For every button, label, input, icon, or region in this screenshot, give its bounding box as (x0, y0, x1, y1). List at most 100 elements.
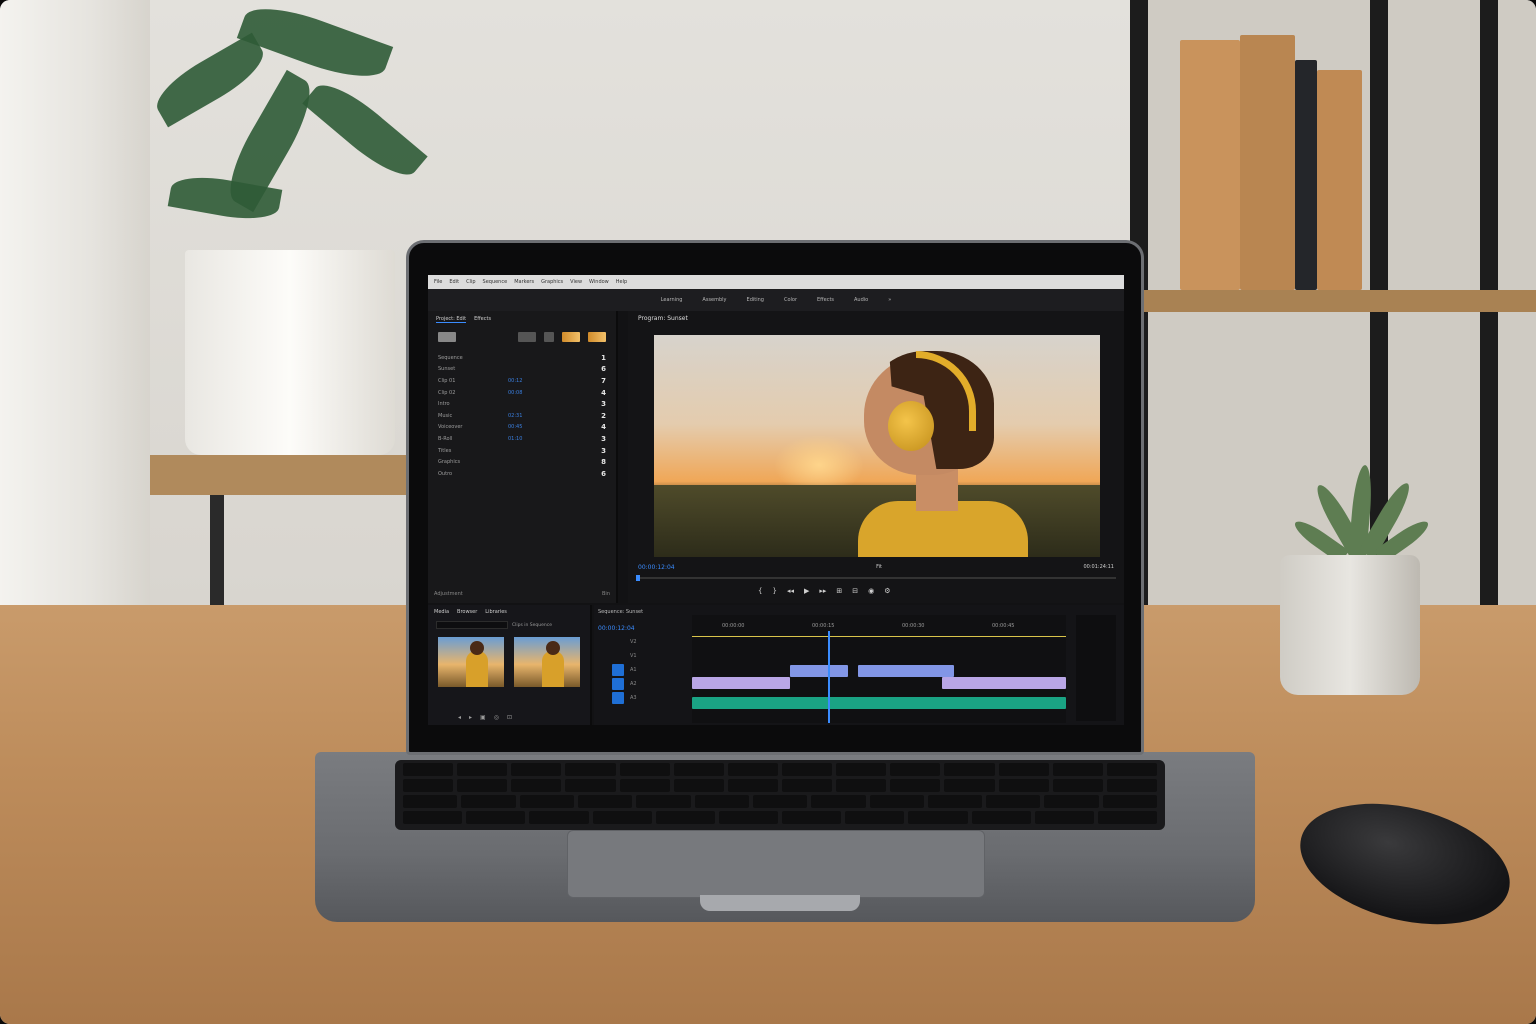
play-icon[interactable]: ▶ (804, 587, 809, 595)
scrubber-handle[interactable] (636, 575, 640, 581)
list-view-icon[interactable]: ◂ (458, 714, 461, 721)
monitor-title[interactable]: Program: Sunset (638, 315, 688, 322)
file-row[interactable]: Outro 6 (438, 468, 606, 480)
step-forward-icon[interactable]: ▸▸ (819, 587, 826, 595)
file-value: 02:31 (508, 412, 523, 419)
workspace-tab[interactable]: Editing (747, 297, 764, 303)
step-back-icon[interactable]: ◂◂ (787, 587, 794, 595)
settings-icon[interactable]: ⚙ (884, 587, 890, 595)
file-value: 00:08 (508, 389, 523, 396)
bin-thumb[interactable] (588, 332, 606, 342)
time-ruler[interactable]: 00:00:00 00:00:15 00:00:30 00:00:45 (692, 615, 1066, 637)
footer-left-label: Adjustment (434, 591, 463, 597)
headphone-cup (888, 401, 934, 451)
file-name: Music (438, 412, 453, 419)
workspace-tab[interactable]: Assembly (702, 297, 726, 303)
track-header[interactable]: A3 (598, 691, 690, 705)
file-row[interactable]: Clip 02 00:08 4 (438, 387, 606, 399)
track-label: A2 (630, 681, 637, 687)
file-row[interactable]: Sequence 1 (438, 352, 606, 364)
clip-thumbnail[interactable] (438, 637, 504, 687)
menu-item[interactable]: Sequence (483, 279, 508, 285)
media-tabs: Media Browser Libraries (428, 605, 590, 619)
media-search-input[interactable] (436, 621, 508, 629)
bin-thumb[interactable] (518, 332, 536, 342)
menu-item[interactable]: Help (616, 279, 627, 285)
file-row[interactable]: Clip 01 00:12 7 (438, 375, 606, 387)
book (1317, 70, 1362, 290)
workspace-tab[interactable]: Learning (661, 297, 683, 303)
file-row[interactable]: Sunset 6 (438, 364, 606, 376)
clip-thumbnail[interactable] (514, 637, 580, 687)
tab-libraries[interactable]: Libraries (485, 609, 507, 615)
tab-project[interactable]: Project: Edit (436, 316, 467, 323)
playhead-timecode[interactable]: 00:00:12:04 (638, 564, 675, 571)
workspace-tab[interactable]: Audio (854, 297, 868, 303)
overwrite-icon[interactable]: ⊟ (852, 587, 858, 595)
tab-effects[interactable]: Effects (474, 316, 491, 323)
workspace-tab[interactable]: » (888, 297, 891, 303)
new-bin-button[interactable]: Bin (602, 591, 610, 597)
fit-dropdown[interactable]: Fit (876, 564, 882, 570)
file-name: Sunset (438, 366, 456, 373)
export-frame-icon[interactable]: ◉ (868, 587, 874, 595)
timeline-clip-v2[interactable] (858, 665, 954, 677)
program-monitor: Program: Sunset 00:00:12:04 Fit 00:01:24… (628, 311, 1124, 603)
timeline-title[interactable]: Sequence: Sunset (598, 609, 643, 615)
menu-item[interactable]: Graphics (541, 279, 563, 285)
zoom-icon[interactable]: ▣ (480, 714, 486, 721)
file-value: 00:12 (508, 377, 523, 384)
menu-item[interactable]: Edit (449, 279, 459, 285)
track-header[interactable]: A1 (598, 663, 690, 677)
track-header[interactable]: A2 (598, 677, 690, 691)
sort-icon[interactable]: ◎ (494, 714, 499, 721)
track-header[interactable]: V2 (598, 635, 690, 649)
plant-leaf (302, 72, 428, 188)
book (1240, 35, 1295, 290)
insert-icon[interactable]: ⊞ (836, 587, 842, 595)
bin-thumb[interactable] (562, 332, 580, 342)
track-target-toggle[interactable] (612, 692, 624, 704)
menu-item[interactable]: File (434, 279, 442, 285)
tab-browser[interactable]: Browser (457, 609, 477, 615)
workspace-tab[interactable]: Effects (817, 297, 834, 303)
workspace-tab[interactable]: Color (784, 297, 797, 303)
file-row[interactable]: Intro 3 (438, 398, 606, 410)
track-headers: V2 V1 A1 A2 A3 (598, 635, 690, 721)
file-row[interactable]: Music 02:31 2 (438, 410, 606, 422)
file-row[interactable]: Titles 3 (438, 445, 606, 457)
video-preview[interactable] (654, 335, 1100, 557)
bin-thumb[interactable] (438, 332, 456, 342)
timeline-clip-v1[interactable] (942, 677, 1066, 689)
timeline-panel: Sequence: Sunset 00:00:12:04 V2 V1 A1 A2 A3 … (594, 605, 1124, 725)
track-target-toggle[interactable] (612, 678, 624, 690)
timeline-clip-v1[interactable] (692, 677, 790, 689)
file-row[interactable]: B-Roll 01:10 3 (438, 433, 606, 445)
track-label: V2 (630, 639, 637, 645)
track-target-toggle[interactable] (612, 664, 624, 676)
bin-thumb[interactable] (544, 332, 554, 342)
file-name: B-Roll (438, 435, 453, 442)
file-row[interactable]: Voiceover 00:45 4 (438, 422, 606, 434)
file-name: Titles (438, 447, 452, 454)
menu-item[interactable]: Markers (514, 279, 534, 285)
track-header[interactable]: V1 (598, 649, 690, 663)
playhead[interactable] (828, 631, 830, 723)
mark-out-icon[interactable]: } (772, 587, 776, 595)
menu-item[interactable]: Clip (466, 279, 475, 285)
timeline-tracks[interactable]: 00:00:00 00:00:15 00:00:30 00:00:45 (692, 615, 1066, 723)
timeline-clip-v2[interactable] (790, 665, 848, 677)
file-name: Clip 01 (438, 377, 456, 384)
menu-item[interactable]: View (570, 279, 582, 285)
new-item-icon[interactable]: ⊡ (507, 714, 512, 721)
menu-item[interactable]: Window (589, 279, 609, 285)
icon-view-icon[interactable]: ▸ (469, 714, 472, 721)
plant-leaf (236, 0, 394, 90)
mark-in-icon[interactable]: { (758, 587, 762, 595)
tab-media[interactable]: Media (434, 609, 449, 615)
project-tabs: Project: Edit Effects (428, 311, 616, 328)
timeline-timecode[interactable]: 00:00:12:04 (598, 625, 635, 632)
timeline-clip-a1[interactable] (692, 697, 1066, 709)
monitor-scrubber[interactable] (636, 575, 1116, 581)
file-row[interactable]: Graphics 8 (438, 456, 606, 468)
